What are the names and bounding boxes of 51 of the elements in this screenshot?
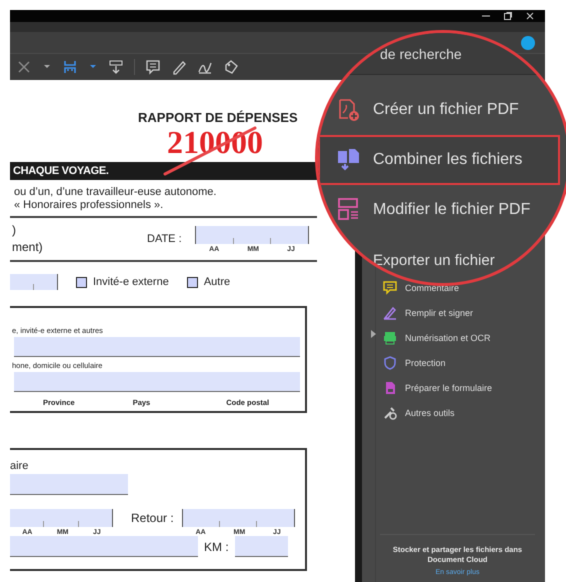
field-label: ) [12,222,17,239]
expand-arrow-icon[interactable] [370,330,376,338]
pen-icon[interactable] [171,59,187,75]
tool-item[interactable]: Exporter un fichier [318,235,560,283]
tool-item[interactable]: Protection [405,358,446,368]
input-field[interactable] [10,536,198,557]
input-field[interactable] [14,337,300,357]
avatar-icon[interactable] [521,36,535,50]
combine-icon [337,148,361,172]
page-fit-icon[interactable] [62,59,78,75]
download-icon[interactable] [108,59,124,75]
tool-item[interactable]: Préparer le formulaire [405,383,492,393]
tool-item[interactable]: Commentaire [405,283,460,293]
checkbox-label: Invité-e externe [93,276,169,288]
intro-text: « Honoraires professionnels ». [14,199,164,212]
input-field[interactable] [10,274,58,290]
comment-icon[interactable] [145,59,161,75]
search-label: de recherche [380,46,463,62]
checkbox-label: Autre [204,276,230,288]
tag-icon[interactable] [223,59,239,75]
create-icon [337,98,361,122]
input-field[interactable] [234,536,288,557]
return-label: Retour : [131,511,174,525]
tool-item[interactable]: Créer un fichier PDF [318,85,560,135]
checkbox[interactable] [186,276,198,288]
close-icon[interactable] [525,11,535,21]
scan-icon[interactable] [383,331,397,345]
sign-icon[interactable] [383,306,397,320]
tool-item[interactable]: Modifier le fichier PDF [318,185,560,235]
date-field[interactable] [10,509,113,527]
intro-text: ou d’un, d’une travailleur-euse autonome. [14,186,218,199]
date-label: DATE : [147,233,183,245]
field-label: aire [10,460,30,472]
input-field[interactable] [10,474,128,495]
maximize-icon[interactable] [503,11,513,21]
date-field[interactable] [195,226,309,244]
input-field[interactable] [14,372,300,392]
date-field[interactable] [182,509,295,527]
more-icon[interactable] [383,406,397,420]
form-icon[interactable] [383,381,397,395]
edit-icon [337,198,361,222]
tool-item[interactable]: Combiner les fichiers [318,135,560,185]
report-title: RAPPORT DE DÉPENSES [138,110,298,125]
comment-icon[interactable] [383,281,397,295]
km-label: KM : [204,540,229,554]
tool-item[interactable]: Numérisation et OCR [405,333,491,343]
protect-icon[interactable] [383,356,397,370]
tool-item[interactable]: Remplir et signer [405,308,474,318]
checkbox[interactable] [76,276,87,288]
field-label: ment) [12,239,44,256]
tool-item[interactable]: Autres outils [405,408,455,418]
